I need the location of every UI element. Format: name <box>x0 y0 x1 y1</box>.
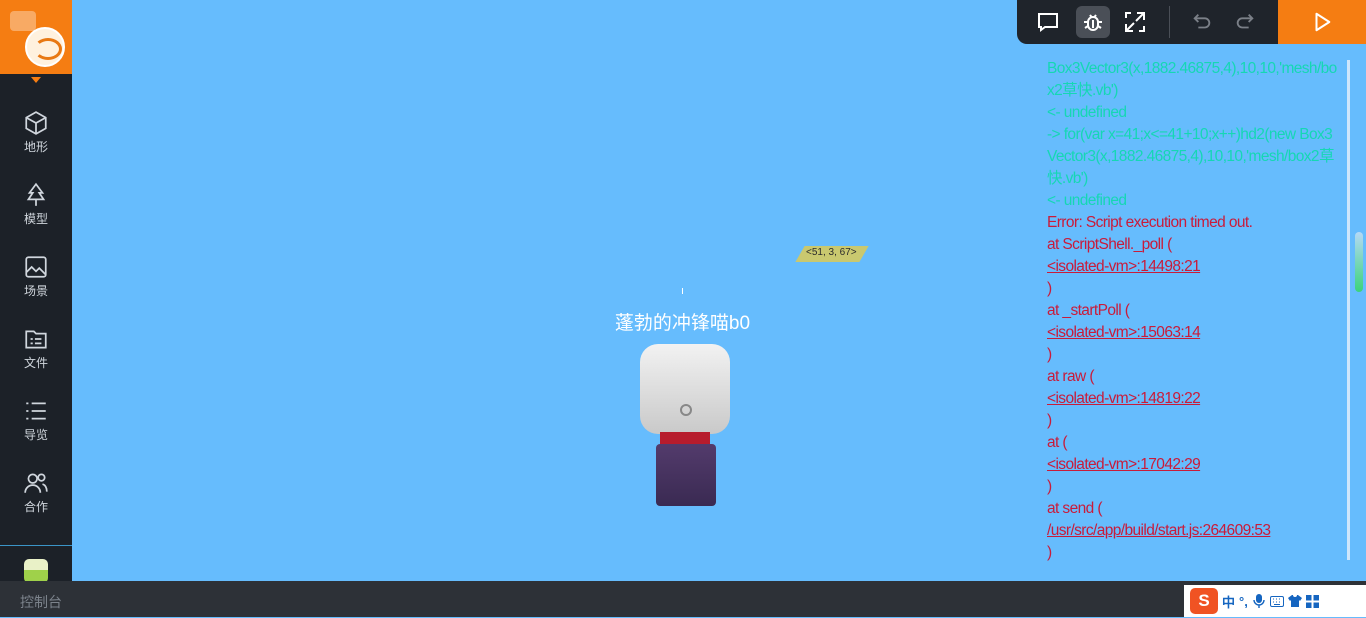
console-error-line: ) <box>1047 478 1052 495</box>
console-source-link[interactable]: <isolated-vm>:15063:14 <box>1047 322 1337 344</box>
console-error-line: at _startPoll ( <box>1047 302 1130 319</box>
sidebar-item-model[interactable]: 模型 <box>0 176 72 240</box>
top-toolbar <box>1017 0 1366 44</box>
player-avatar-body <box>656 444 716 506</box>
ime-punctuation[interactable]: °, <box>1239 594 1248 609</box>
left-sidebar: 地形 模型 场景 文件 导览 合作 项目 <box>0 0 72 617</box>
redo-icon <box>1236 14 1254 29</box>
console-scrollbar[interactable] <box>1347 60 1350 560</box>
list-icon <box>26 402 46 420</box>
console-source-link[interactable]: <isolated-vm>:14819:22 <box>1047 388 1337 410</box>
player-avatar-head <box>640 344 730 434</box>
logo-area[interactable] <box>0 0 72 74</box>
console-error-line: ) <box>1047 346 1052 363</box>
expand-button[interactable] <box>1118 6 1152 38</box>
folder-list-icon <box>25 330 47 349</box>
toolbar-separator <box>1169 6 1170 38</box>
sidebar-item-terrain[interactable]: 地形 <box>0 104 72 168</box>
console-line: -> for(var x=41;x<=41+10;x++)hd2(new Box… <box>1047 126 1334 187</box>
console-output: Box3Vector3(x,1882.46875,4),10,10,'mesh/… <box>1047 58 1337 568</box>
sidebar-item-files[interactable]: 文件 <box>0 320 72 384</box>
sidebar-item-collaborate[interactable]: 合作 <box>0 464 72 528</box>
bottom-console-bar <box>0 581 1366 617</box>
console-error-line: at ( <box>1047 434 1068 451</box>
sidebar-item-navigation[interactable]: 导览 <box>0 392 72 456</box>
console-line: <- undefined <box>1047 192 1127 209</box>
undo-icon <box>1193 14 1211 29</box>
terminal-icon[interactable] <box>10 11 36 31</box>
expand-icon <box>1125 12 1145 32</box>
play-icon <box>1315 12 1331 32</box>
console-error-line: Error: Script execution timed out. <box>1047 214 1253 231</box>
console-source-link[interactable]: <isolated-vm>:14498:21 <box>1047 256 1337 278</box>
ime-mode[interactable]: 中 <box>1222 592 1235 611</box>
console-line: <- undefined <box>1047 104 1127 121</box>
chat-icon <box>1038 13 1058 32</box>
ime-toolbar: S 中 °, <box>1184 585 1366 617</box>
undo-button[interactable] <box>1185 6 1219 38</box>
console-error-line: ) <box>1047 412 1052 429</box>
debug-button[interactable] <box>1076 6 1110 38</box>
scene-scroll-indicator[interactable] <box>1355 232 1363 292</box>
console-error-line: ) <box>1047 280 1052 297</box>
console-source-link[interactable]: <isolated-vm>:17042:29 <box>1047 454 1337 476</box>
console-error-line: at send ( <box>1047 500 1103 517</box>
cube-icon <box>25 111 47 135</box>
bug-icon <box>1084 14 1102 31</box>
keyboard-icon[interactable] <box>1269 594 1284 608</box>
sidebar-item-label: 文件 <box>23 356 48 370</box>
console-tab-label[interactable]: 控制台 <box>20 592 62 612</box>
caret-down-icon[interactable] <box>31 77 41 83</box>
player-nameplate: 蓬勃的冲锋喵b0 <box>614 313 751 334</box>
tree-icon <box>26 182 46 206</box>
skin-icon[interactable] <box>1287 594 1302 608</box>
console-error-line: ) <box>1047 544 1052 561</box>
toolbox-icon[interactable] <box>1306 594 1320 608</box>
sidebar-item-label: 场景 <box>23 284 48 298</box>
app-logo <box>25 27 65 67</box>
sidebar-item-label: 合作 <box>23 500 48 514</box>
console-source-link[interactable]: /usr/src/app/build/start.js:264609:53 <box>1047 520 1337 542</box>
project-icon <box>24 559 48 583</box>
sidebar-item-scene[interactable]: 场景 <box>0 248 72 312</box>
redo-button[interactable] <box>1228 6 1262 38</box>
run-button[interactable] <box>1278 0 1366 44</box>
coordinate-text: <51, 3, 67> <box>806 247 857 258</box>
users-icon <box>24 473 48 493</box>
sogou-logo[interactable]: S <box>1190 588 1218 614</box>
nameplate-tick <box>682 288 683 294</box>
console-error-line: at ScriptShell._poll ( <box>1047 236 1172 253</box>
image-icon <box>25 256 47 278</box>
sidebar-item-label: 地形 <box>23 140 48 154</box>
console-line: Box3Vector3(x,1882.46875,4),10,10,'mesh/… <box>1047 60 1337 99</box>
microphone-icon[interactable] <box>1252 594 1266 608</box>
sidebar-item-label: 导览 <box>23 428 48 442</box>
chat-button[interactable] <box>1031 6 1065 38</box>
sidebar-item-label: 模型 <box>23 212 48 226</box>
console-error-line: at raw ( <box>1047 368 1094 385</box>
